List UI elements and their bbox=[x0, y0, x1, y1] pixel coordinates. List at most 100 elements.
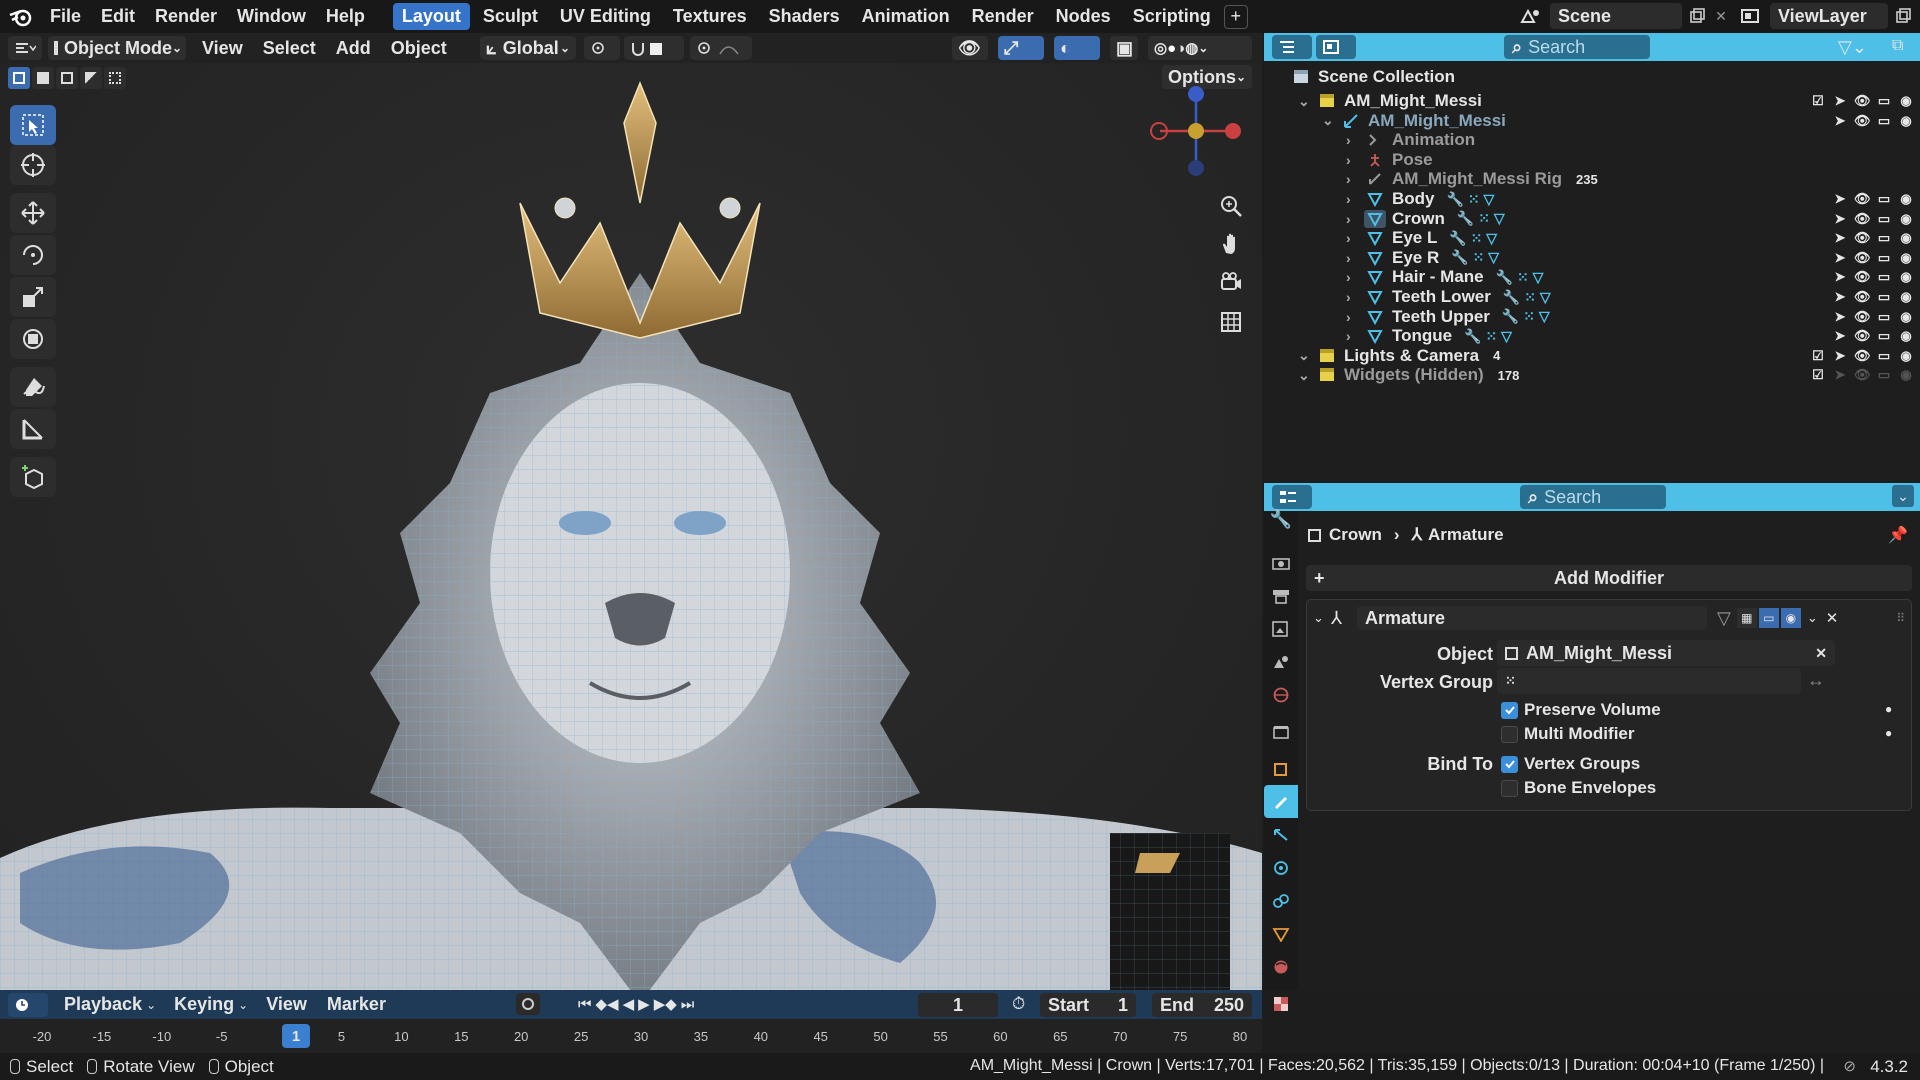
wireframe-shading-icon[interactable]: ◎ bbox=[1154, 39, 1167, 57]
viewport-monitor-icon[interactable]: ▭ bbox=[1876, 367, 1892, 383]
collapse-chevron-icon[interactable]: › bbox=[1346, 171, 1364, 187]
scene-selector[interactable]: Scene bbox=[1550, 3, 1682, 29]
render-display-icon[interactable]: ◉ bbox=[1780, 608, 1801, 628]
view-layer-icon[interactable] bbox=[1736, 7, 1764, 25]
drag-handle-icon[interactable]: ⠿ bbox=[1896, 611, 1905, 625]
3d-viewport[interactable]: Options ⌄ bbox=[0, 63, 1262, 990]
scene-icon[interactable] bbox=[1516, 7, 1544, 25]
animate-property-icon[interactable]: ● bbox=[1885, 702, 1892, 716]
eye-icon[interactable]: 👁 bbox=[1854, 309, 1871, 325]
material-shading-icon[interactable]: ◑ bbox=[1176, 40, 1185, 57]
solid-shading-icon[interactable]: ● bbox=[1167, 40, 1176, 57]
current-frame-field[interactable]: 1 bbox=[918, 993, 998, 1017]
render-camera-icon[interactable]: ◉ bbox=[1898, 289, 1914, 305]
exclude-checkbox-icon[interactable]: ☑ bbox=[1810, 348, 1826, 364]
collapse-chevron-icon[interactable]: › bbox=[1346, 328, 1364, 344]
selectable-arrow-icon[interactable]: ➤ bbox=[1832, 211, 1848, 227]
clear-field-icon[interactable]: ✕ bbox=[1815, 645, 1827, 662]
tab-constraints-icon[interactable] bbox=[1264, 884, 1298, 917]
vertex-groups-checkbox[interactable]: Vertex Groups bbox=[1501, 754, 1640, 774]
collapse-chevron-icon[interactable]: › bbox=[1346, 211, 1364, 227]
vertex-filter-icon[interactable]: ▽ bbox=[1717, 608, 1731, 629]
timeline-menu-playback[interactable]: Playback bbox=[54, 994, 146, 1015]
xray-icon[interactable]: ▣ bbox=[1110, 36, 1138, 60]
expand-chevron-icon[interactable]: ⌄ bbox=[1298, 93, 1316, 110]
animate-property-icon[interactable]: ● bbox=[1885, 726, 1892, 740]
mesh-icon[interactable] bbox=[1364, 209, 1386, 228]
tab-collection-icon[interactable] bbox=[1264, 715, 1298, 748]
tab-render-icon[interactable] bbox=[1264, 546, 1298, 579]
eye-icon[interactable]: 👁 bbox=[1854, 211, 1871, 227]
viewport-monitor-icon[interactable]: ▭ bbox=[1876, 93, 1892, 109]
collapse-chevron-icon[interactable]: › bbox=[1346, 152, 1364, 168]
render-camera-icon[interactable]: ◉ bbox=[1898, 113, 1914, 129]
timeline-ruler[interactable]: -20 -15 -10 -5 5 10 15 20 25 30 35 40 45 50 55 60 65 70 75… bbox=[0, 1019, 1262, 1053]
tab-object-icon[interactable] bbox=[1264, 752, 1298, 785]
armature-data-icon[interactable] bbox=[1364, 170, 1386, 188]
record-icon[interactable] bbox=[516, 993, 540, 1015]
visibility-icon[interactable]: 👁 bbox=[952, 36, 988, 60]
modifier-name-field[interactable]: Armature bbox=[1357, 606, 1707, 630]
bone-envelopes-checkbox[interactable]: Bone Envelopes bbox=[1501, 778, 1656, 798]
chevron-down-icon[interactable]: ⌄ bbox=[1807, 610, 1818, 626]
menu-edit[interactable]: Edit bbox=[91, 6, 145, 27]
display-mode-button[interactable] bbox=[1316, 35, 1356, 59]
vertex-group-field[interactable]: ⁙ bbox=[1497, 668, 1801, 694]
chevron-down-icon[interactable]: ⌄ bbox=[1198, 41, 1208, 55]
render-camera-icon[interactable]: ◉ bbox=[1898, 250, 1914, 266]
tab-modifiers-icon[interactable] bbox=[1264, 785, 1298, 818]
render-camera-icon[interactable]: ◉ bbox=[1898, 309, 1914, 325]
object-field[interactable]: AM_Might_Messi ✕ bbox=[1497, 640, 1835, 666]
render-camera-icon[interactable]: ◉ bbox=[1898, 367, 1914, 383]
start-frame-field[interactable]: Start 1 bbox=[1040, 993, 1136, 1017]
tab-scripting[interactable]: Scripting bbox=[1124, 3, 1220, 30]
eye-icon[interactable]: 👁 bbox=[1854, 289, 1871, 305]
exclude-checkbox-icon[interactable]: ☑ bbox=[1810, 367, 1826, 383]
new-collection-icon[interactable]: ⧉ bbox=[1892, 37, 1903, 55]
add-workspace-button[interactable]: + bbox=[1223, 4, 1248, 29]
menu-render[interactable]: Render bbox=[145, 6, 227, 27]
tab-texture-icon[interactable] bbox=[1264, 987, 1298, 1020]
viewport-monitor-icon[interactable]: ▭ bbox=[1876, 328, 1892, 344]
play-reverse-icon[interactable]: ◀ bbox=[623, 995, 635, 1013]
overlay-icon[interactable]: ◐ bbox=[1054, 36, 1100, 60]
tab-object-data-armature-icon[interactable] bbox=[1264, 818, 1298, 851]
preserve-volume-checkbox[interactable]: Preserve Volume bbox=[1501, 700, 1661, 720]
eye-icon[interactable]: 👁 bbox=[1854, 230, 1871, 246]
modifier-icons[interactable]: 🔧 ⁙ ▽ bbox=[1503, 289, 1551, 306]
render-camera-icon[interactable]: ◉ bbox=[1898, 191, 1914, 207]
mesh-icon[interactable] bbox=[1364, 229, 1386, 247]
expand-chevron-icon[interactable]: ⌄ bbox=[1322, 112, 1340, 129]
stopwatch-icon[interactable]: ⏱ bbox=[1012, 994, 1025, 1014]
filter-icon[interactable]: ▽⌄ bbox=[1838, 37, 1867, 58]
selectable-arrow-icon[interactable]: ➤ bbox=[1832, 250, 1848, 266]
viewport-monitor-icon[interactable]: ▭ bbox=[1876, 211, 1892, 227]
viewport-display-icon[interactable]: ▭ bbox=[1758, 608, 1779, 628]
collapse-chevron-icon[interactable]: ⌄ bbox=[1313, 610, 1331, 626]
modifier-icons[interactable]: 🔧 ⁙ ▽ bbox=[1451, 249, 1499, 266]
selectable-arrow-icon[interactable]: ➤ bbox=[1832, 367, 1848, 383]
selectable-arrow-icon[interactable]: ➤ bbox=[1832, 289, 1848, 305]
eye-icon[interactable]: 👁 bbox=[1854, 269, 1871, 285]
outliner-search-field[interactable]: ⌕ Search bbox=[1504, 35, 1650, 59]
selectable-arrow-icon[interactable]: ➤ bbox=[1832, 113, 1848, 129]
view-layer-selector[interactable]: ViewLayer bbox=[1770, 3, 1888, 29]
eye-icon[interactable]: 👁 bbox=[1854, 113, 1871, 129]
multi-modifier-checkbox[interactable]: Multi Modifier bbox=[1501, 724, 1634, 744]
selectable-arrow-icon[interactable]: ➤ bbox=[1832, 328, 1848, 344]
close-scene-icon[interactable]: ✕ bbox=[1712, 7, 1730, 25]
collection-icon[interactable] bbox=[1316, 366, 1338, 384]
selectable-arrow-icon[interactable]: ➤ bbox=[1832, 348, 1848, 364]
selectable-arrow-icon[interactable]: ➤ bbox=[1832, 269, 1848, 285]
menu-window[interactable]: Window bbox=[227, 6, 316, 27]
exclude-checkbox-icon[interactable]: ☑ bbox=[1810, 93, 1826, 109]
expand-chevron-icon[interactable]: ⌄ bbox=[1298, 367, 1316, 384]
modifier-icons[interactable]: 🔧 ⁙ ▽ bbox=[1449, 230, 1497, 247]
viewport-monitor-icon[interactable]: ▭ bbox=[1876, 269, 1892, 285]
collapse-chevron-icon[interactable]: › bbox=[1346, 230, 1364, 246]
mesh-icon[interactable] bbox=[1364, 308, 1386, 326]
collapse-chevron-icon[interactable]: › bbox=[1346, 309, 1364, 325]
tab-uv-editing[interactable]: UV Editing bbox=[551, 3, 660, 30]
menu-help[interactable]: Help bbox=[316, 6, 375, 27]
viewport-monitor-icon[interactable]: ▭ bbox=[1876, 250, 1892, 266]
